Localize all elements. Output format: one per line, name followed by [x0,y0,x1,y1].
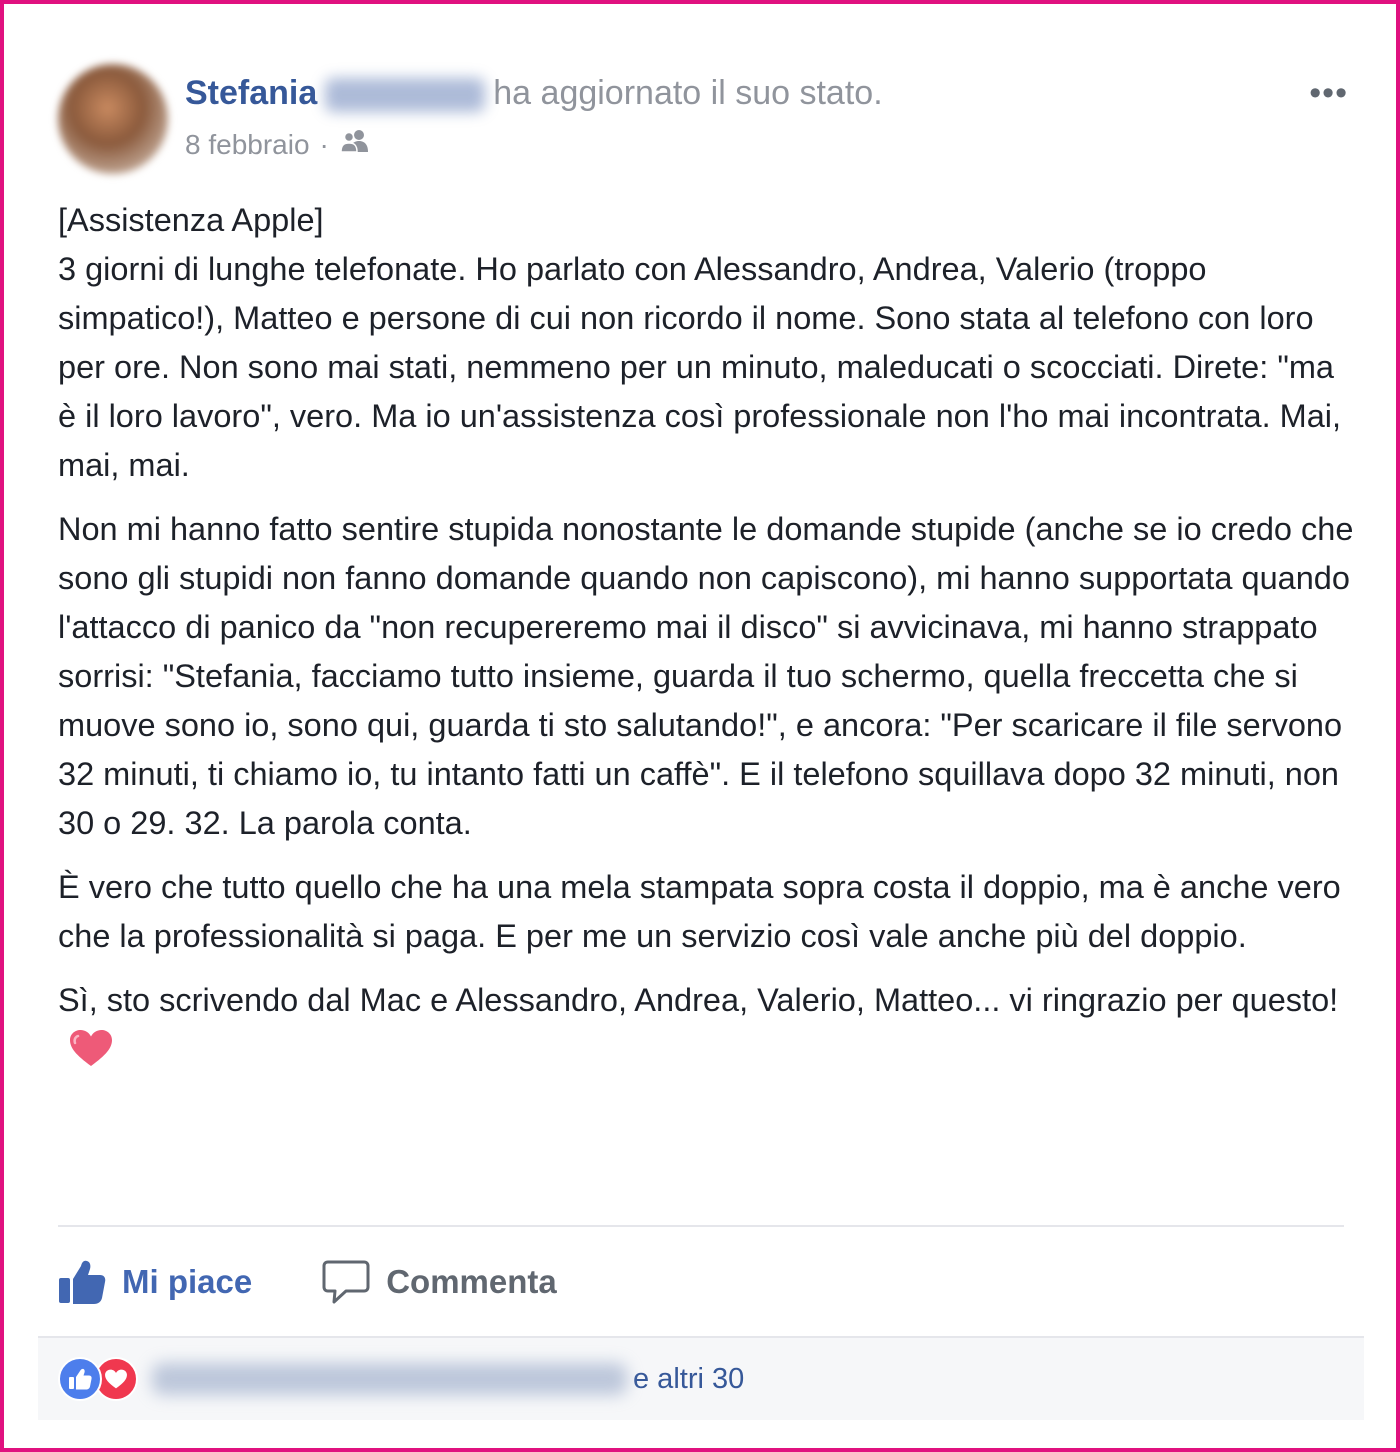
like-icon [58,1357,102,1401]
post-paragraph: È vero che tutto quello che ha una mela … [58,869,1341,954]
more-options-icon[interactable]: ••• [1309,74,1348,113]
blurred-surname [325,78,486,113]
like-label: Mi piace [122,1263,253,1300]
comment-label: Commenta [386,1263,557,1300]
reactions-summary[interactable]: e altri 30 [38,1336,1364,1420]
post-paragraph-last: Sì, sto scrivendo dal Mac e Alessandro, … [58,976,1358,1082]
others-count[interactable]: e altri 30 [633,1363,744,1396]
post-paragraph-text: Sì, sto scrivendo dal Mac e Alessandro, … [58,982,1339,1018]
meta-separator: · [319,128,329,160]
actions-divider [58,1225,1344,1227]
heart-emoji-icon [68,1028,114,1082]
like-button[interactable]: Mi piace [58,1259,252,1305]
post-paragraph: [Assistenza Apple] 3 giorni di lunghe te… [58,202,1342,483]
comment-button[interactable]: Commenta [322,1259,557,1305]
author-name[interactable]: Stefania [185,74,317,112]
friends-icon[interactable] [339,128,371,161]
post-header: Stefania ha aggiornato il suo stato. [185,74,883,113]
thumbs-up-icon [59,1260,106,1304]
post-paragraph: Non mi hanno fatto sentire stupida nonos… [58,511,1354,841]
post-action-text: ha aggiornato il suo stato. [493,74,883,112]
post-actions: Mi piace Commenta [58,1252,627,1312]
reaction-icons [58,1357,138,1401]
author-avatar[interactable] [58,64,168,174]
blurred-friend-names [152,1363,627,1395]
post-date[interactable]: 8 febbraio [185,129,310,161]
post-content: [Assistenza Apple] 3 giorni di lunghe te… [58,196,1358,1097]
comment-bubble-icon [322,1260,370,1304]
post-meta: 8 febbraio · [185,128,371,161]
facebook-post: Stefania ha aggiornato il suo stato. 8 fe… [4,4,1396,1448]
